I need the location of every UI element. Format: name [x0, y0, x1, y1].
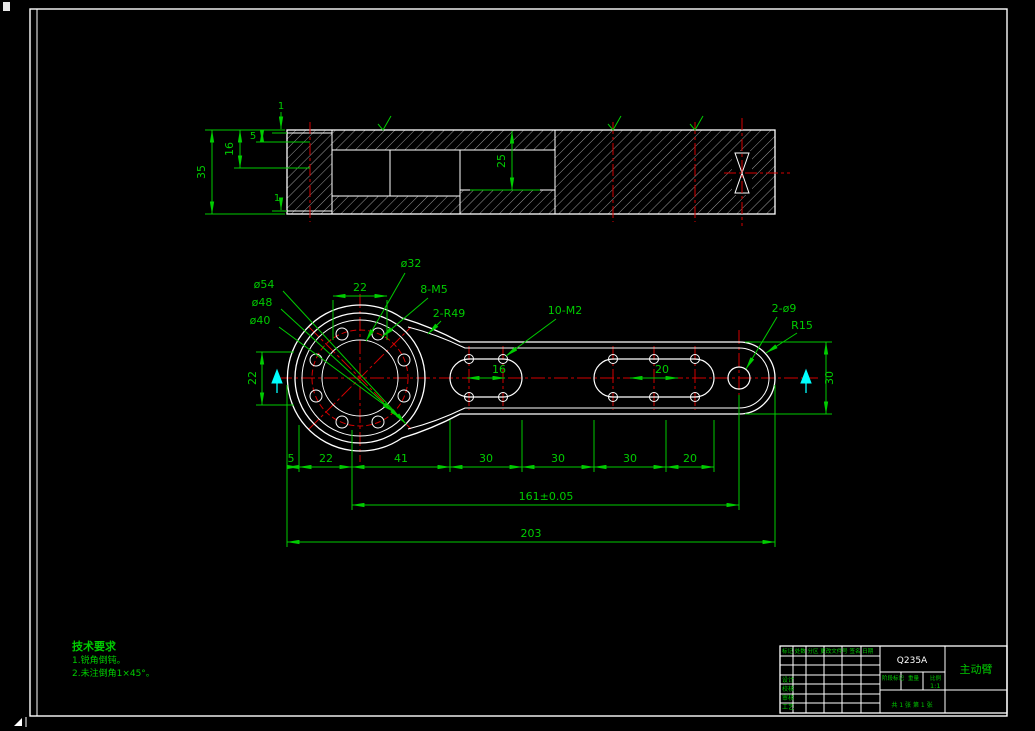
technical-requirements: 技术要求 1.锐角倒钝。 2.未注倒角1×45°。 [72, 639, 155, 679]
dim-left-22: 22 [246, 371, 259, 385]
cad-canvas: 35 16 5 1 1 25 ø54 ø48 ø40 ø32 8-M5 2-R4… [0, 0, 1035, 731]
corner-mark [14, 718, 22, 726]
cad-drawing: 35 16 5 1 1 25 ø54 ø48 ø40 ø32 8-M5 2-R4… [3, 2, 1008, 727]
chain-41: 41 [394, 452, 408, 465]
title-block-stage-label: 阶段标记 [882, 674, 905, 682]
chain-5: 5 [288, 452, 295, 465]
dim-slot-16: 16 [492, 363, 506, 376]
dim-1-top: 1 [278, 101, 284, 112]
tech-req-line-2: 2.未注倒角1×45°。 [72, 667, 155, 679]
title-block-scale-label: 比例 [930, 674, 942, 682]
chain-20: 20 [683, 452, 697, 465]
dim-5: 5 [250, 131, 256, 142]
dim-1-bottom: 1 [274, 193, 280, 204]
label-d48: ø48 [252, 296, 273, 309]
dim-35: 35 [195, 165, 208, 179]
title-block-row-design: 设计 [782, 676, 794, 684]
title-block-row-review: 审核 [782, 694, 794, 702]
dim-right-30: 30 [823, 371, 836, 385]
label-8-m5: 8-M5 [420, 283, 447, 296]
title-block-header-row: 标记 处数 分区 更改文件号 签名 日期 [782, 647, 874, 655]
chain-22: 22 [319, 452, 333, 465]
drawing-frame [29, 8, 1008, 717]
dim-203: 203 [521, 527, 542, 540]
title-block-scale-value: 1:1 [930, 682, 940, 690]
section-view: 35 16 5 1 1 25 [195, 101, 790, 226]
label-2-r49: 2-R49 [433, 307, 466, 320]
dim-25: 25 [495, 154, 508, 168]
label-d54: ø54 [254, 278, 275, 291]
dim-161: 161±0.05 [519, 490, 574, 503]
dim-slot-20: 20 [655, 363, 669, 376]
tech-req-line-1: 1.锐角倒钝。 [72, 654, 126, 666]
title-block-row-process: 工艺 [782, 703, 794, 711]
title-block-row-check: 校核 [782, 685, 794, 693]
cursor-artifact [3, 2, 10, 11]
surface-finish-icon [377, 115, 704, 131]
title-block-sheet: 共 1 张 第 1 张 [891, 701, 932, 709]
title-block: Q235A 主动臂 标记 处数 分区 更改文件号 签名 日期 设计 校核 审核 … [779, 645, 1008, 714]
chain-30b: 30 [551, 452, 565, 465]
label-d32: ø32 [401, 257, 422, 270]
label-2-d9: 2-ø9 [772, 302, 797, 315]
dim-top-22: 22 [353, 281, 367, 294]
chain-30c: 30 [623, 452, 637, 465]
title-block-part-name: 主动臂 [960, 663, 993, 676]
label-d40: ø40 [250, 314, 271, 327]
dim-16: 16 [223, 142, 236, 156]
label-10-m2: 10-M2 [548, 304, 582, 317]
label-r15: R15 [791, 319, 813, 332]
plan-view: ø54 ø48 ø40 ø32 8-M5 2-R49 10-M2 2-ø9 R1… [246, 257, 836, 462]
title-block-weight-label: 重量 [908, 674, 920, 682]
plan-centerlines [278, 294, 818, 462]
chain-30a: 30 [479, 452, 493, 465]
tech-req-title: 技术要求 [72, 639, 117, 653]
title-block-material: Q235A [897, 656, 928, 666]
